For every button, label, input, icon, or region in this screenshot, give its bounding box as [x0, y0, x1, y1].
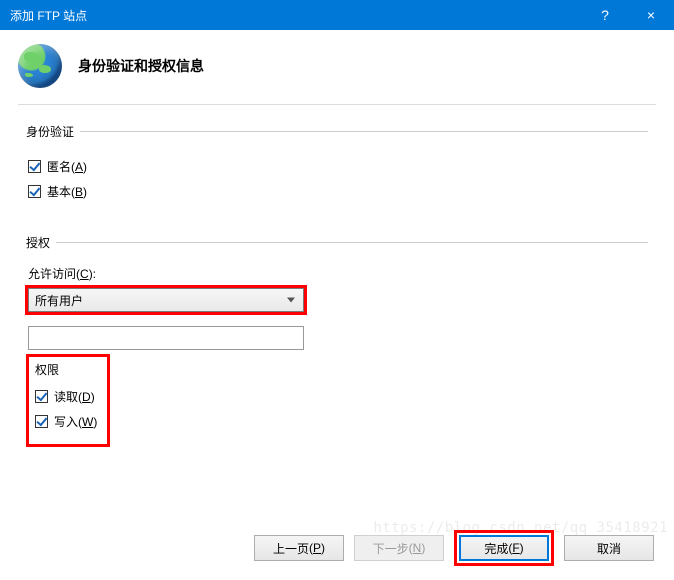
basic-checkbox[interactable] [28, 185, 41, 198]
permissions-group: 权限 读取(D) 写入(W) [26, 354, 110, 447]
allow-access-label: 允许访问(C): [28, 265, 648, 282]
authentication-group: 身份验证 匿名(A) 基本(B) [26, 123, 648, 220]
next-button: 下一步(N) [354, 535, 444, 561]
anonymous-checkbox[interactable] [28, 160, 41, 173]
read-label: 读取(D) [54, 388, 95, 405]
content: 身份验证 匿名(A) 基本(B) 授权 允许访问(C): 所有用户 权限 读取(… [0, 105, 674, 459]
authorization-textbox[interactable] [28, 326, 304, 350]
basic-checkbox-row[interactable]: 基本(B) [28, 183, 648, 200]
write-checkbox[interactable] [35, 415, 48, 428]
close-button[interactable]: × [628, 0, 674, 30]
footer: 上一页(P) 下一步(N) 完成(F) 取消 [254, 530, 654, 566]
finish-button[interactable]: 完成(F) [459, 535, 549, 561]
help-button[interactable]: ? [582, 0, 628, 30]
read-checkbox-row[interactable]: 读取(D) [35, 388, 97, 405]
allow-access-value: 所有用户 [35, 292, 83, 309]
read-checkbox[interactable] [35, 390, 48, 403]
titlebar: 添加 FTP 站点 ? × [0, 0, 674, 30]
write-checkbox-row[interactable]: 写入(W) [35, 413, 97, 430]
previous-button[interactable]: 上一页(P) [254, 535, 344, 561]
page-title: 身份验证和授权信息 [78, 56, 204, 76]
header: 身份验证和授权信息 [0, 30, 674, 98]
write-label: 写入(W) [54, 413, 97, 430]
anonymous-label: 匿名(A) [47, 158, 87, 175]
authentication-legend: 身份验证 [26, 123, 80, 140]
permissions-legend: 权限 [33, 357, 97, 380]
authorization-legend: 授权 [26, 234, 56, 251]
authorization-group: 授权 允许访问(C): 所有用户 权限 读取(D) 写入(W) [26, 234, 648, 459]
globe-icon [18, 44, 62, 88]
finish-highlight: 完成(F) [454, 530, 554, 566]
anonymous-checkbox-row[interactable]: 匿名(A) [28, 158, 648, 175]
chevron-down-icon [287, 298, 295, 303]
basic-label: 基本(B) [47, 183, 87, 200]
cancel-button[interactable]: 取消 [564, 535, 654, 561]
window-title: 添加 FTP 站点 [10, 7, 582, 24]
allow-access-select[interactable]: 所有用户 [28, 288, 304, 312]
